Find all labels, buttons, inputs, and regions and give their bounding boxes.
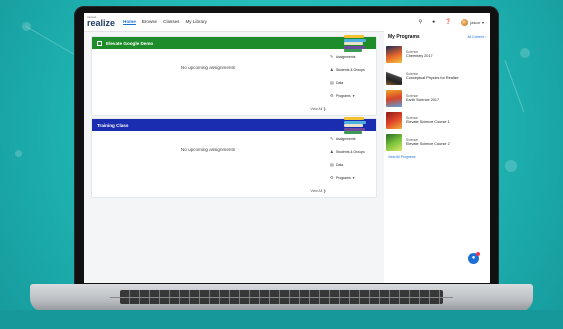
user-menu[interactable]: jason ▾ xyxy=(461,18,484,26)
program-name: Elevate Science Course 2 xyxy=(406,141,450,146)
class-links: ✎ Assignments ♟ Students & Groups ▤ Data ⚙ P… xyxy=(330,50,376,102)
chevron-right-icon: ❯ xyxy=(323,107,326,111)
notification-dot xyxy=(476,252,480,256)
programs-header: My Programs All Content › xyxy=(384,31,490,43)
all-content-label: All Content xyxy=(467,35,484,39)
link-label: Data xyxy=(336,162,344,167)
user-name: jason xyxy=(470,19,480,25)
top-icons: ⚲ ● ❓ jason ▾ xyxy=(418,18,484,26)
background-line xyxy=(25,26,79,57)
class-header[interactable]: Elevate Google Demo xyxy=(92,35,376,52)
class-name: Elevate Google Demo xyxy=(106,40,154,46)
program-cover-image xyxy=(386,67,402,85)
search-icon[interactable]: ⚲ xyxy=(418,19,422,25)
programs-title: My Programs xyxy=(388,34,420,40)
view-all-programs-link[interactable]: View All Programs xyxy=(384,155,490,159)
brand-name: realize xyxy=(87,18,116,28)
class-links: ✎ Assignments ♟ Students & Groups ▤ Data ⚙ P… xyxy=(330,132,376,184)
link-label: Programs xyxy=(336,175,351,180)
people-icon: ♟ xyxy=(330,66,334,72)
background-line xyxy=(504,60,525,113)
bar-chart-icon: ▤ xyxy=(330,161,334,167)
nav-home[interactable]: Home xyxy=(123,19,136,25)
view-all-label: View All xyxy=(310,107,323,111)
chevron-right-icon: › xyxy=(484,35,486,39)
bar-chart-icon: ▤ xyxy=(330,79,334,85)
program-item[interactable]: Science Conceptual Physics for Realize xyxy=(384,65,490,87)
link-label: Assignments xyxy=(336,136,356,141)
gear-icon: ⚙ xyxy=(330,92,334,98)
program-item[interactable]: Science Earth Science 2017 xyxy=(384,87,490,109)
top-nav-bar: savvas realize Home Browse Classes My Li… xyxy=(84,13,490,32)
program-name: Chemistry 2017 xyxy=(406,53,433,58)
data-link[interactable]: ▤ Data xyxy=(330,76,376,89)
program-cover-image xyxy=(386,111,402,129)
link-label: Data xyxy=(336,80,344,85)
background-node xyxy=(520,48,530,58)
chevron-down-icon: ▾ xyxy=(352,175,355,180)
assignments-link[interactable]: ✎ Assignments xyxy=(330,50,376,63)
data-link[interactable]: ▤ Data xyxy=(330,158,376,171)
students-groups-link[interactable]: ♟ Students & Groups xyxy=(330,63,376,76)
help-icon[interactable]: ❓ xyxy=(445,19,451,25)
program-item[interactable]: Science Chemistry 2017 xyxy=(384,43,490,65)
assignment-icon: ✎ xyxy=(330,135,334,141)
books-icon xyxy=(344,117,366,134)
view-all-link[interactable]: View All ❯ xyxy=(310,189,326,193)
gear-icon: ⚙ xyxy=(330,174,334,180)
chevron-right-icon: ❯ xyxy=(323,189,326,193)
program-name: Elevate Science Course 1 xyxy=(406,119,450,124)
my-programs-panel: My Programs All Content › Science Chemist… xyxy=(384,31,490,283)
empty-assignments-text: No upcoming assignments xyxy=(180,147,236,152)
students-groups-link[interactable]: ♟ Students & Groups xyxy=(330,145,376,158)
main-nav: Home Browse Classes My Library xyxy=(123,19,207,25)
books-icon xyxy=(344,35,366,52)
nav-my-library[interactable]: My Library xyxy=(185,19,206,25)
link-label: Assignments xyxy=(336,54,356,59)
people-icon: ♟ xyxy=(330,148,334,154)
programs-dropdown[interactable]: ⚙ Programs ▾ xyxy=(330,171,376,184)
assignments-link[interactable]: ✎ Assignments xyxy=(330,132,376,145)
background-node xyxy=(505,160,517,172)
class-header[interactable]: Training Class xyxy=(92,117,376,134)
brand-logo[interactable]: savvas realize xyxy=(87,16,115,28)
class-card-training-class: Training Class No upcoming assignments ✎… xyxy=(92,117,376,197)
empty-assignments-text: No upcoming assignments xyxy=(180,65,236,70)
program-name: Earth Science 2017 xyxy=(406,97,440,102)
notification-bell-icon[interactable]: ● xyxy=(432,19,435,25)
program-cover-image xyxy=(386,45,402,63)
program-name: Conceptual Physics for Realize xyxy=(406,75,459,80)
chevron-down-icon: ▾ xyxy=(352,93,355,98)
keyboard-divider xyxy=(110,297,453,298)
view-all-label: View All xyxy=(310,189,323,193)
avatar xyxy=(461,18,469,26)
assignment-icon: ✎ xyxy=(330,53,334,59)
chevron-down-icon: ▾ xyxy=(481,19,484,25)
program-cover-image xyxy=(386,89,402,107)
class-icon xyxy=(97,40,102,46)
nav-classes[interactable]: Classes xyxy=(163,19,179,25)
link-label: Students & Groups xyxy=(336,149,365,154)
program-cover-image xyxy=(386,133,402,151)
program-item[interactable]: Science Elevate Science Course 2 xyxy=(384,131,490,153)
nav-browse[interactable]: Browse xyxy=(142,19,157,25)
laptop-screen: savvas realize Home Browse Classes My Li… xyxy=(84,13,490,283)
class-name: Training Class xyxy=(97,122,129,128)
program-item[interactable]: Science Elevate Science Course 1 xyxy=(384,109,490,131)
link-label: Students & Groups xyxy=(336,67,365,72)
all-content-link[interactable]: All Content › xyxy=(467,35,486,39)
view-all-link[interactable]: View All ❯ xyxy=(310,107,326,111)
class-card-elevate-google-demo: Elevate Google Demo No upcoming assignme… xyxy=(92,35,376,115)
programs-dropdown[interactable]: ⚙ Programs ▾ xyxy=(330,89,376,102)
background-floor xyxy=(0,310,563,329)
background-node xyxy=(15,150,22,157)
link-label: Programs xyxy=(336,93,351,98)
